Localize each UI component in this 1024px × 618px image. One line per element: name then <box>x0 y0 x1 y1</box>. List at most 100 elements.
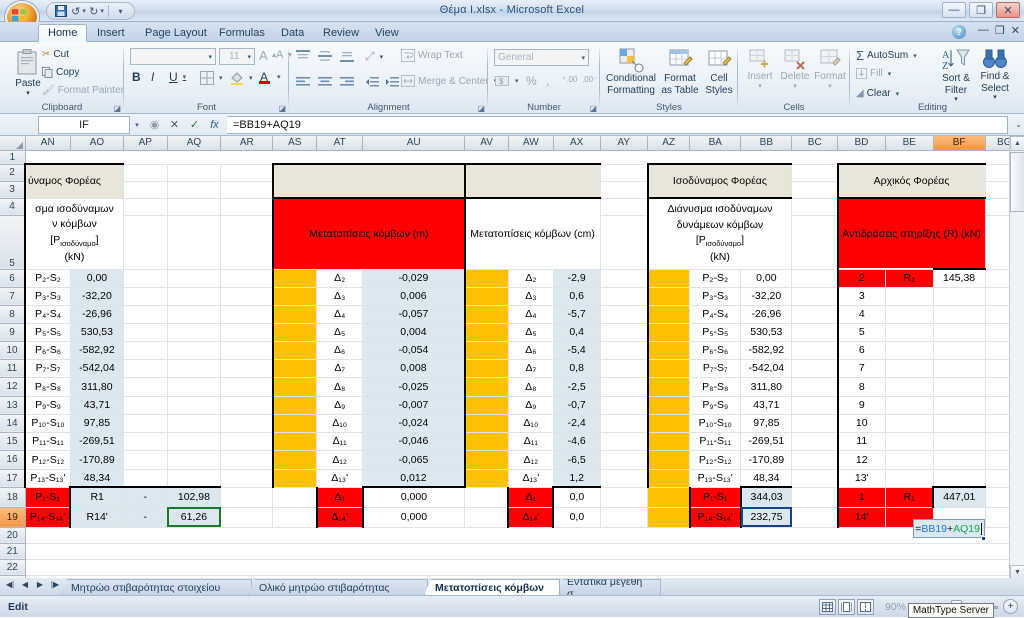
m-value-row18[interactable]: 0,000 <box>363 487 465 507</box>
blank-AY[interactable] <box>600 287 647 305</box>
ribbon-window-controls[interactable]: — ❐ ✕ <box>978 24 1020 37</box>
conditional-formatting-button[interactable]: Conditional Formatting <box>604 47 658 96</box>
left-label[interactable]: P₁₀-S₁₀ <box>25 414 70 432</box>
cm-spacer[interactable] <box>465 377 509 396</box>
m-label[interactable]: Δ₉ <box>317 396 363 414</box>
blank-AP4[interactable] <box>123 198 167 215</box>
header-mid-red-title[interactable]: Μετατοπίσεις κόμβων (m) <box>273 198 465 269</box>
blank-BC3[interactable] <box>792 181 838 198</box>
eq-value[interactable]: 530,53 <box>741 323 792 341</box>
insert-function-icon[interactable]: fx <box>208 119 221 131</box>
vertical-scrollbar[interactable]: ▲ ▼ <box>1009 136 1024 580</box>
eq-label[interactable]: P₅-S₅ <box>690 323 741 341</box>
blank-AQ[interactable] <box>167 432 220 450</box>
react-rlabel[interactable] <box>885 341 933 359</box>
blank-AR[interactable] <box>221 305 273 323</box>
blank-AY2[interactable] <box>600 164 647 181</box>
tab-home[interactable]: Home <box>38 24 87 42</box>
cm-spacer[interactable] <box>465 359 509 377</box>
paste-chevron-down-icon[interactable]: ▾ <box>26 89 30 97</box>
row-header-21[interactable]: 21 <box>0 543 25 559</box>
header-mid-group-blank[interactable] <box>273 164 465 198</box>
blank-AY[interactable] <box>600 341 647 359</box>
blank-BC[interactable] <box>792 396 838 414</box>
react-rlabel[interactable] <box>885 396 933 414</box>
blank-AQ[interactable] <box>167 469 220 487</box>
m-spacer-19[interactable] <box>273 507 317 527</box>
blank-AY[interactable] <box>600 305 647 323</box>
eq-label[interactable]: P₆-S₆ <box>690 341 741 359</box>
left-value[interactable]: -542,04 <box>70 359 123 377</box>
sort-filter-button[interactable]: AZ Sort & Filter▾ <box>936 47 976 104</box>
react-value[interactable] <box>933 377 985 396</box>
column-header-BA[interactable]: BA <box>690 136 741 150</box>
cm-value-row19[interactable]: 0,0 <box>553 507 600 527</box>
clipboard-dialog-launcher-icon[interactable]: ◪ <box>113 104 121 113</box>
m-spacer[interactable] <box>273 269 317 287</box>
blank-AR4[interactable] <box>221 198 273 215</box>
cm-label[interactable]: Δ₃ <box>508 287 553 305</box>
blank-AR5[interactable] <box>221 215 273 269</box>
cm-value[interactable]: -6,5 <box>553 450 600 469</box>
cm-label[interactable]: Δ₆ <box>508 341 553 359</box>
blank-AP5[interactable] <box>123 215 167 269</box>
m-label[interactable]: Δ₇ <box>317 359 363 377</box>
row-header-10[interactable]: 10 <box>0 341 25 359</box>
row21-blank[interactable] <box>25 543 1023 559</box>
m-value[interactable]: 0,006 <box>363 287 465 305</box>
r14-dash[interactable]: - <box>123 507 167 527</box>
eq-value[interactable]: 311,80 <box>741 377 792 396</box>
fill-handle[interactable] <box>981 536 986 541</box>
row-header-19[interactable]: 19 <box>0 507 25 527</box>
blank-BC4[interactable] <box>792 198 838 215</box>
left-value[interactable]: -170,89 <box>70 450 123 469</box>
header-left-sub[interactable]: σμα ισοδύναμων ν κόμβων [Pισοδύναμο] (kN… <box>25 198 123 269</box>
blank-AP[interactable] <box>123 450 167 469</box>
m-value[interactable]: 0,008 <box>363 359 465 377</box>
column-header-BC[interactable]: BC <box>792 136 838 150</box>
column-header-BF[interactable]: BF <box>933 136 985 150</box>
column-header-BD[interactable]: BD <box>838 136 886 150</box>
blank-AR[interactable] <box>221 396 273 414</box>
m-value[interactable]: -0,054 <box>363 341 465 359</box>
blank-AQ[interactable] <box>167 450 220 469</box>
left-label[interactable]: P₇-S₇ <box>25 359 70 377</box>
left-label[interactable]: P₆-S₆ <box>25 341 70 359</box>
blank-BC[interactable] <box>792 269 838 287</box>
wrap-text-button[interactable]: Wrap Text <box>401 49 463 62</box>
blank-AQ[interactable] <box>167 359 220 377</box>
view-mode-buttons[interactable] <box>819 599 874 615</box>
m-value[interactable]: -0,007 <box>363 396 465 414</box>
m-label[interactable]: Δ₄ <box>317 305 363 323</box>
cm-spacer[interactable] <box>465 414 509 432</box>
react-value[interactable] <box>933 305 985 323</box>
blank-AP[interactable] <box>123 341 167 359</box>
react-node[interactable]: 12 <box>838 450 886 469</box>
blank-AQ[interactable] <box>167 341 220 359</box>
eq-label-row19[interactable]: P₁₄-S₁₄' <box>690 507 741 527</box>
column-header-AS[interactable]: AS <box>273 136 317 150</box>
number-dialog-launcher-icon[interactable]: ◪ <box>589 104 597 113</box>
blank-AQ[interactable] <box>167 287 220 305</box>
react-value[interactable] <box>933 432 985 450</box>
m-label[interactable]: Δ₆ <box>317 341 363 359</box>
cm-label[interactable]: Δ₉ <box>508 396 553 414</box>
eq-spacer[interactable] <box>648 269 690 287</box>
header-cm-group-blank[interactable] <box>465 164 600 198</box>
row-header-4[interactable]: 4 <box>0 198 25 215</box>
m-value[interactable]: -0,024 <box>363 414 465 432</box>
cancel-icon[interactable]: ✕ <box>168 118 181 131</box>
cm-label[interactable]: Δ₁₁ <box>508 432 553 450</box>
name-box[interactable]: IF <box>38 116 130 134</box>
eq-label[interactable]: P₁₃-S₁₃' <box>690 469 741 487</box>
column-header-AW[interactable]: AW <box>508 136 553 150</box>
underline-button[interactable]: U▾ <box>169 70 186 84</box>
eq-label[interactable]: P₄-S₄ <box>690 305 741 323</box>
eq-spacer[interactable] <box>648 305 690 323</box>
column-header-AT[interactable]: AT <box>317 136 363 150</box>
row-header-17[interactable]: 17 <box>0 469 25 487</box>
react-node[interactable]: 3 <box>838 287 886 305</box>
m-label[interactable]: Δ₈ <box>317 377 363 396</box>
formula-input[interactable]: =BB19+AQ19 <box>227 116 1008 134</box>
blank-AY[interactable] <box>600 269 647 287</box>
